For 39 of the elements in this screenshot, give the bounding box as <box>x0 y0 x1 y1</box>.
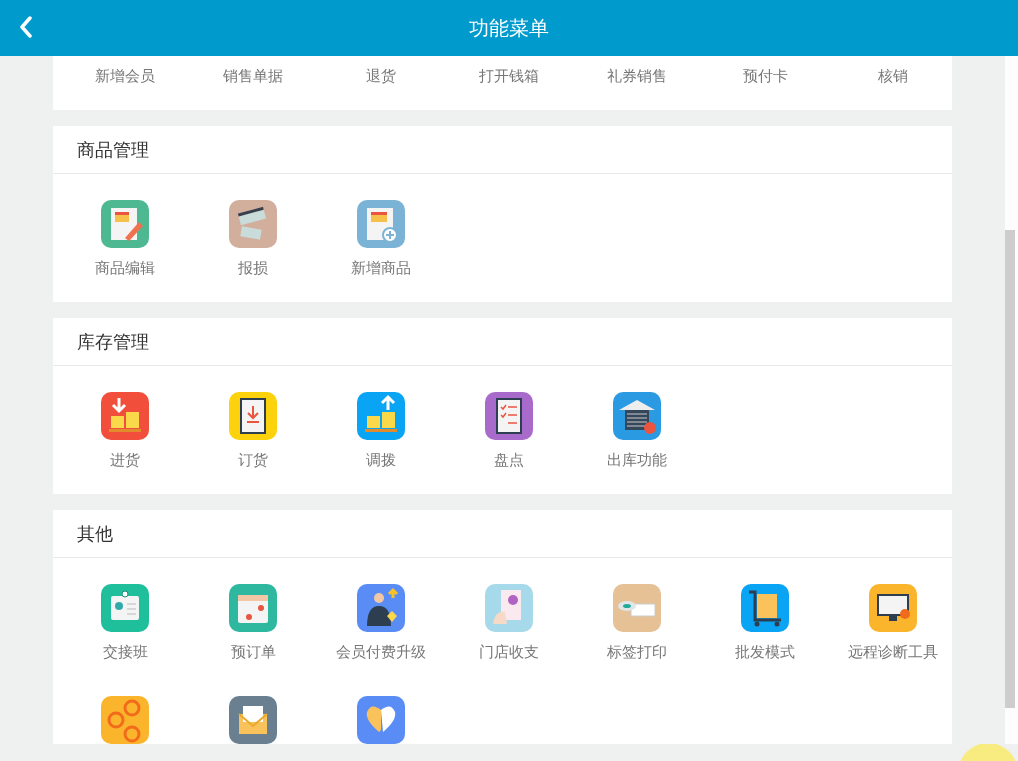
label-roll-icon <box>613 584 661 632</box>
id-badge-icon <box>101 584 149 632</box>
menu-item-label[interactable]: 盘点 <box>494 450 524 470</box>
menu-item-label[interactable]: 商品编辑 <box>95 258 155 278</box>
menu-item-label[interactable]: 出库功能 <box>607 450 667 470</box>
page-title: 功能菜单 <box>469 14 549 42</box>
menu-item-label[interactable]: 调拨 <box>366 450 396 470</box>
menu-item-label[interactable]: 远程诊断工具 <box>848 642 938 662</box>
menu-item-label[interactable]: 打开钱箱 <box>479 66 539 86</box>
menu-item-label[interactable]: 核销 <box>878 66 908 86</box>
menu-item-label[interactable]: 订货 <box>238 450 268 470</box>
menu-item-label[interactable]: 会员付费升级 <box>336 642 426 662</box>
scrollbar-thumb[interactable] <box>1005 230 1015 708</box>
section-title: 商品管理 <box>77 137 149 162</box>
cart-boxes-icon <box>741 584 789 632</box>
document-pencil-icon <box>101 200 149 248</box>
document-plus-icon <box>357 200 405 248</box>
monitor-icon <box>869 584 917 632</box>
menu-item-label[interactable]: 门店收支 <box>479 642 539 662</box>
checklist-icon <box>485 392 533 440</box>
chevron-left-icon <box>19 16 33 38</box>
menu-item-label[interactable]: 新增会员 <box>95 66 155 86</box>
calendar-icon <box>229 584 277 632</box>
menu-item-label[interactable]: 预付卡 <box>742 66 788 86</box>
clipboard-download-icon <box>229 392 277 440</box>
menu-item-label[interactable]: 退货 <box>366 66 396 86</box>
menu-item-label[interactable]: 报损 <box>238 258 268 278</box>
menu-item-label[interactable]: 批发模式 <box>735 642 795 662</box>
menu-item-label[interactable]: 交接班 <box>102 642 148 662</box>
section-title: 其他 <box>77 521 113 546</box>
section-title: 库存管理 <box>77 329 149 354</box>
menu-item-label[interactable]: 预订单 <box>230 642 276 662</box>
warehouse-icon <box>613 392 661 440</box>
menu-item-label[interactable]: 销售单据 <box>223 66 283 86</box>
menu-item-label[interactable]: 新增商品 <box>351 258 411 278</box>
gears-icon <box>101 696 149 744</box>
menu-item-label[interactable]: 进货 <box>110 450 140 470</box>
menu-item-label[interactable]: 标签打印 <box>607 642 667 662</box>
menu-item-label[interactable]: 礼券销售 <box>607 66 667 86</box>
